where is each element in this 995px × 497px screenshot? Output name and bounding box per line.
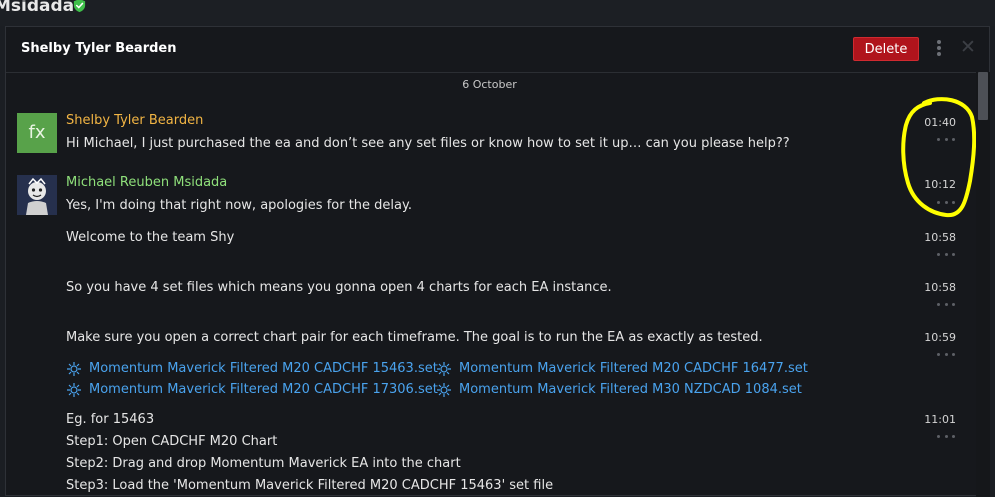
message-options-icon[interactable]	[937, 353, 955, 357]
profile-name: Msidada	[0, 0, 75, 16]
message-options-icon[interactable]	[937, 138, 955, 142]
message-time: 10:58	[924, 281, 956, 294]
file-link[interactable]: Momentum Maverick Filtered M20 CADCHF 17…	[89, 382, 438, 397]
conversation-panel: Shelby Tyler Bearden Delete ✕ 6 October …	[5, 26, 990, 497]
file-set-icon	[67, 383, 81, 397]
message-options-icon[interactable]	[937, 201, 955, 205]
file-link[interactable]: Momentum Maverick Filtered M20 CADCHF 16…	[459, 361, 808, 376]
sender-name[interactable]: Michael Reuben Msidada	[66, 175, 227, 190]
avatar[interactable]: fx	[17, 113, 57, 153]
message-text: Yes, I'm doing that right now, apologies…	[66, 198, 412, 213]
verified-check-icon	[73, 0, 86, 13]
more-vertical-icon[interactable]	[935, 40, 943, 58]
message-text: Step3: Load the 'Momentum Maverick Filte…	[66, 478, 554, 493]
message-text: So you have 4 set files which means you …	[66, 280, 612, 295]
conversation-title: Shelby Tyler Bearden	[21, 41, 177, 56]
file-set-icon	[437, 362, 451, 376]
file-set-icon	[437, 383, 451, 397]
file-set-icon	[67, 362, 81, 376]
conversation-header: Shelby Tyler Bearden Delete ✕	[6, 27, 989, 73]
message-text: Make sure you open a correct chart pair …	[66, 330, 763, 345]
scrollbar-thumb[interactable]	[978, 72, 988, 120]
sender-name[interactable]: Shelby Tyler Bearden	[66, 113, 203, 128]
date-separator: 6 October	[462, 78, 517, 91]
delete-button[interactable]: Delete	[853, 37, 919, 61]
file-link[interactable]: Momentum Maverick Filtered M20 CADCHF 15…	[89, 361, 438, 376]
message-time: 01:40	[924, 116, 956, 129]
close-icon[interactable]: ✕	[958, 37, 978, 57]
message-time: 10:12	[924, 178, 956, 191]
message-text: Step2: Drag and drop Momentum Maverick E…	[66, 456, 461, 471]
avatar[interactable]	[17, 175, 57, 215]
file-link[interactable]: Momentum Maverick Filtered M30 NZDCAD 10…	[459, 382, 802, 397]
message-options-icon[interactable]	[937, 303, 955, 307]
message-text: Hi Michael, I just purchased the ea and …	[66, 136, 790, 151]
message-text: Eg. for 15463	[66, 412, 155, 427]
message-text: Welcome to the team Shy	[66, 230, 235, 245]
message-options-icon[interactable]	[937, 253, 955, 257]
profile-top-strip: Msidada	[0, 0, 995, 26]
avatar-image	[17, 175, 57, 215]
scrollbar[interactable]	[976, 72, 990, 497]
message-options-icon[interactable]	[937, 435, 955, 439]
message-time: 10:59	[924, 331, 956, 344]
message-time: 10:58	[924, 231, 956, 244]
message-text: Step1: Open CADCHF M20 Chart	[66, 434, 278, 449]
message-time: 11:01	[924, 413, 956, 426]
